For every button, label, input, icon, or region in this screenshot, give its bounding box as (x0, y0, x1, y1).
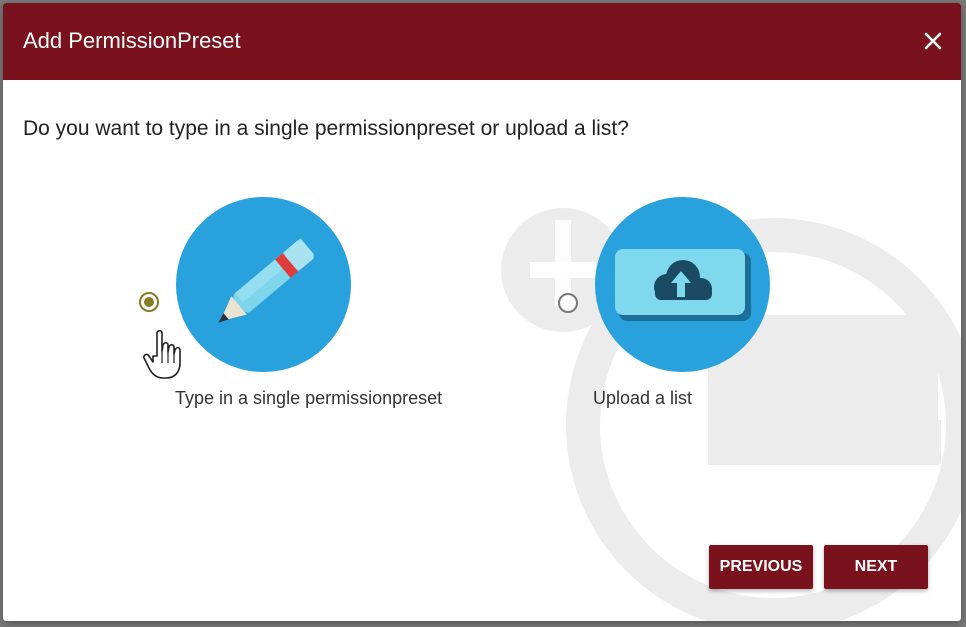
dialog-question: Do you want to type in a single permissi… (23, 117, 629, 140)
radio-upload[interactable] (558, 293, 578, 313)
option-single-label: Type in a single permissionpreset (175, 388, 443, 408)
previous-button[interactable]: PREVIOUS (709, 545, 813, 589)
next-button[interactable]: NEXT (824, 545, 928, 589)
dialog-header: Add PermissionPreset (3, 3, 961, 80)
hand-cursor-icon (143, 329, 181, 379)
cloud-upload-icon[interactable] (595, 197, 770, 372)
add-permissionpreset-dialog: Add PermissionPreset Do you want to type… (3, 3, 961, 621)
close-icon[interactable] (921, 29, 945, 53)
background-watermark (501, 208, 961, 621)
dialog-title: Add PermissionPreset (23, 28, 241, 53)
radio-single[interactable] (139, 292, 159, 312)
option-upload-label: Upload a list (593, 388, 693, 408)
pencil-icon[interactable] (176, 197, 351, 372)
